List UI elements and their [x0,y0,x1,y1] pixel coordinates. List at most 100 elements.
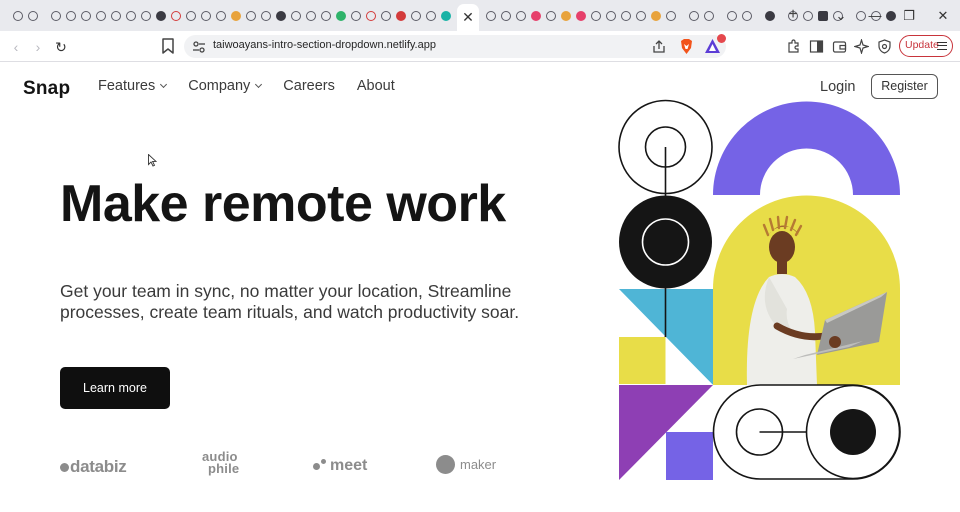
tab-favicon[interactable] [27,10,38,21]
meet-logo: meet [313,457,367,475]
nav-item-about[interactable]: About [357,78,395,94]
update-button[interactable]: Update [899,35,953,57]
tab-favicon[interactable] [305,10,316,21]
tab-favicon[interactable] [215,10,226,21]
sidebar-icon[interactable] [809,39,824,54]
chevron-down-icon [160,80,168,89]
url-text[interactable]: taiwoayans-intro-section-dropdown.netlif… [213,39,436,51]
reload-button[interactable]: ↻ [51,37,71,57]
restore-button[interactable]: ❐ [892,0,926,31]
active-tab[interactable]: ✕ [457,4,479,31]
tab-favicon[interactable] [530,10,541,21]
maker-logo: maker [436,455,496,474]
nav-item-label: Careers [283,78,335,94]
tab-favicon[interactable] [110,10,121,21]
tab-favicon[interactable] [200,10,211,21]
address-bar[interactable]: taiwoayans-intro-section-dropdown.netlif… [184,34,726,58]
brave-shields-icon[interactable] [679,38,694,55]
purple-arch-shape [713,101,900,195]
tab-favicon[interactable] [500,10,511,21]
menu-icon [937,42,947,50]
close-window-button[interactable]: ✕ [926,0,960,31]
tab-favicon[interactable] [12,10,23,21]
register-button[interactable]: Register [871,74,938,99]
audiophile-logo: audio phile [202,449,240,476]
tab-favicon[interactable] [350,10,361,21]
tab-favicon[interactable] [741,10,752,21]
tab-favicon[interactable] [620,10,631,21]
site-settings-icon[interactable] [192,40,206,54]
nav-item-company[interactable]: Company [188,78,263,94]
tab-favicon[interactable] [515,10,526,21]
black-circle-shape [619,195,712,289]
new-tab-button[interactable]: + [784,6,802,24]
nav-item-label: Company [188,78,251,94]
tab-favicon[interactable] [485,10,496,21]
tab-favicon[interactable] [365,10,376,21]
pill-right-dot-shape [830,409,876,455]
tab-favicon[interactable] [380,10,391,21]
close-tab-icon[interactable]: ✕ [462,9,474,26]
main-nav: Features Company Careers About [98,78,395,94]
hero-title: Make remote work [60,175,506,233]
tab-favicon[interactable] [410,10,421,21]
browser-toolbar: ‹ › ↻ taiwoayans-intro-section-dropdown.… [0,31,960,62]
wallet-icon[interactable] [832,39,847,54]
tab-favicon[interactable] [65,10,76,21]
tab-favicon[interactable] [688,10,699,21]
tab-favicon[interactable] [802,10,813,21]
login-link[interactable]: Login [820,79,855,95]
tab-favicon[interactable] [125,10,136,21]
tab-favicon[interactable] [440,10,451,21]
share-icon[interactable] [652,39,666,54]
browser-tab-strip: ✕ + ⌄ — ❐ ✕ [0,0,960,31]
tab-favicon[interactable] [320,10,331,21]
tab-search-dropdown-icon[interactable]: ⌄ [824,0,858,31]
minimize-button[interactable]: — [858,0,892,31]
yellow-square-shape [619,337,666,384]
logo[interactable]: Snap [23,78,70,100]
vpn-shield-icon[interactable] [877,39,892,54]
extensions-icon[interactable] [786,39,801,54]
tab-favicon[interactable] [545,10,556,21]
tab-favicon[interactable] [590,10,601,21]
hero-description: Get your team in sync, no matter your lo… [60,281,520,322]
tab-favicon[interactable] [290,10,301,21]
forward-button[interactable]: › [28,37,48,57]
tab-favicon[interactable] [395,10,406,21]
tab-favicon[interactable] [635,10,646,21]
leo-ai-icon[interactable] [854,39,869,54]
tab-favicon[interactable] [245,10,256,21]
tab-favicon[interactable] [230,10,241,21]
tab-favicon[interactable] [140,10,151,21]
tab-favicon[interactable] [80,10,91,21]
bookmark-icon[interactable] [160,37,176,55]
tab-favicon[interactable] [260,10,271,21]
databiz-logo: databiz [60,457,127,477]
meet-mark-icon [313,459,327,471]
tab-favicon[interactable] [764,10,775,21]
nav-item-careers[interactable]: Careers [283,78,335,94]
rewards-badge [717,34,726,43]
tab-favicon[interactable] [575,10,586,21]
tab-favicon[interactable] [425,10,436,21]
tab-favicon[interactable] [726,10,737,21]
nav-item-features[interactable]: Features [98,78,168,94]
tab-favicon[interactable] [185,10,196,21]
tab-favicon[interactable] [605,10,616,21]
back-button[interactable]: ‹ [6,37,26,57]
tab-favicon[interactable] [50,10,61,21]
tab-favicon[interactable] [703,10,714,21]
tab-favicon[interactable] [650,10,661,21]
tab-favicon[interactable] [335,10,346,21]
tab-favicon[interactable] [665,10,676,21]
tab-favicon[interactable] [170,10,181,21]
tab-favicon[interactable] [275,10,286,21]
purple-square-shape [666,432,713,480]
tab-favicon[interactable] [155,10,166,21]
learn-more-button[interactable]: Learn more [60,367,170,409]
tab-favicon[interactable] [560,10,571,21]
tab-favicon-list: ✕ [0,0,898,31]
tab-favicon[interactable] [95,10,106,21]
nav-item-label: Features [98,78,156,94]
